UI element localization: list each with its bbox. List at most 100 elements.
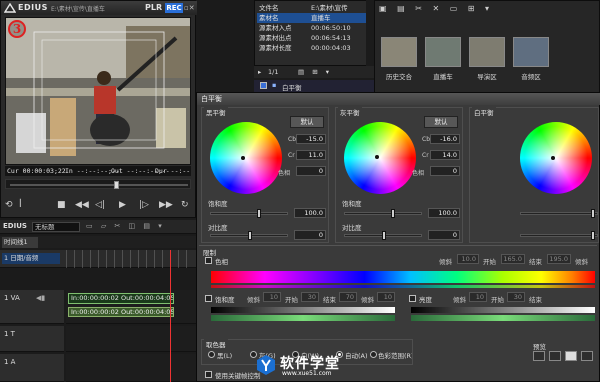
slider-handle[interactable] [248, 231, 252, 240]
saturation-slider[interactable] [520, 209, 598, 218]
rewind-icon[interactable]: ◀◀ [75, 200, 89, 212]
saturation-field[interactable]: 100.0 [294, 208, 326, 218]
luminance-filter-checkbox[interactable] [409, 295, 416, 302]
clip-path-title: E:\素材\宣传\直播车 [51, 6, 105, 13]
watermark-url: www.xue51.com [282, 370, 332, 377]
cr-field[interactable]: 11.0 [296, 150, 326, 160]
sat-end-field[interactable]: 70 [339, 292, 357, 302]
hue-filter-checkbox[interactable] [205, 257, 212, 264]
window-controls[interactable]: ▫✕ [184, 4, 195, 12]
timeline-tool-icons[interactable]: ▭ ▱ ✂ ◫ ▤ ▾ [86, 222, 165, 230]
slider-handle[interactable] [591, 209, 595, 218]
scrub-bar[interactable] [5, 179, 191, 189]
bin-thumbnail[interactable] [381, 37, 417, 67]
play-icon[interactable]: ▶ [119, 200, 126, 212]
info-scrollbar[interactable] [366, 0, 374, 66]
slider-handle[interactable] [382, 231, 386, 240]
preview-split-icon[interactable] [549, 351, 561, 361]
ruler-track-select[interactable]: 1 日期/音频 [2, 253, 60, 264]
play-loop-icon[interactable]: ↻ [181, 200, 189, 212]
contrast-field[interactable]: 0 [294, 230, 326, 240]
sat-slope2-field[interactable]: 10 [377, 292, 395, 302]
hue-filter-label: 色相 [215, 258, 228, 266]
preview-eyedropper-icon[interactable] [533, 351, 545, 361]
hue-start-field[interactable]: 165.0 [501, 254, 525, 264]
fast-forward-icon[interactable]: ▶▶ [159, 200, 173, 212]
reset-button[interactable]: 默认 [290, 116, 324, 128]
track-header-t[interactable]: 1 T [0, 326, 64, 352]
lum-slope-field[interactable]: 10 [469, 292, 487, 302]
luminance-range-bar[interactable] [411, 307, 595, 313]
effect-tool-icons[interactable]: ▤ ⊞ ▾ [298, 68, 332, 76]
lum-start-field[interactable]: 30 [507, 292, 525, 302]
stop-icon[interactable]: ■ [57, 200, 66, 212]
mark-icon[interactable]: ꟾ [19, 200, 22, 212]
transport-controls: ⟲ ꟾ ■ ◀◀ ◁| ▶ |▷ ▶▶ ↻ [3, 197, 195, 215]
loop-icon[interactable]: ⟲ [5, 200, 13, 212]
step-forward-icon[interactable]: |▷ [139, 200, 149, 212]
saturation-slider[interactable] [210, 209, 288, 218]
preview-mask-icon[interactable] [581, 351, 593, 361]
contrast-field[interactable]: 0 [428, 230, 460, 240]
hue-end-field[interactable]: 195.0 [547, 254, 571, 264]
saturation-label: 饱和度 [342, 200, 362, 208]
group-title: 黑平衡 [204, 107, 228, 117]
saturation-filter-checkbox[interactable] [205, 295, 212, 302]
hue-field[interactable]: 0 [296, 166, 326, 176]
timeline-playhead[interactable] [170, 250, 171, 382]
keyframe-checkbox[interactable] [205, 371, 212, 378]
tab-timeline[interactable]: 时间线1 [2, 237, 38, 248]
hue-field[interactable]: 0 [430, 166, 460, 176]
contrast-slider[interactable] [210, 231, 288, 240]
contrast-slider[interactable] [344, 231, 422, 240]
slider-handle[interactable] [391, 209, 395, 218]
bin-thumbnail[interactable] [469, 37, 505, 67]
timeline-audio-clip[interactable]: In:00:00:00:02 Out:00:00:04:05 [68, 307, 174, 317]
scrub-handle[interactable] [114, 181, 120, 189]
wheel-marker[interactable] [551, 156, 555, 160]
sat-slope-label: 倾斜 [247, 296, 260, 304]
speaker-icon[interactable]: ◀▮ [36, 294, 45, 302]
reset-button[interactable]: 默认 [424, 116, 458, 128]
color-wheel[interactable] [344, 122, 416, 194]
track-header-a[interactable]: 1 A [0, 354, 64, 382]
effect-enabled-checkbox[interactable] [260, 82, 267, 89]
cb-field[interactable]: -16.0 [430, 134, 460, 144]
saturation-field[interactable]: 100.0 [428, 208, 460, 218]
wheel-marker[interactable] [375, 155, 379, 159]
cr-label: Cr [288, 152, 295, 159]
hue-slope2-label: 倾斜 [575, 258, 588, 266]
cb-field[interactable]: -15.0 [296, 134, 326, 144]
player-mode-label[interactable]: PLR [145, 3, 162, 12]
bin-toolbar-icons[interactable]: ▣ ▤ ✂ ✕ ▭ ⊞ ▾ [379, 4, 597, 16]
wheel-marker[interactable] [241, 156, 245, 160]
sequence-name-field[interactable]: 无标题 [32, 222, 80, 232]
preview-label: 预览 [533, 343, 546, 351]
color-wheel[interactable] [520, 122, 592, 194]
color-wheel[interactable] [210, 122, 282, 194]
effect-list-item[interactable]: ▪ 白平衡 [254, 80, 374, 92]
saturation-range-bar[interactable] [211, 307, 395, 313]
cr-field[interactable]: 14.0 [430, 150, 460, 160]
step-back-icon[interactable]: ◁| [95, 200, 105, 212]
hue-range-spectrum[interactable] [211, 271, 595, 283]
slider-handle[interactable] [257, 209, 261, 218]
hue-range-bar [211, 285, 595, 288]
bin-thumbnail[interactable] [425, 37, 461, 67]
preview-full-icon[interactable] [565, 351, 577, 361]
sat-slope-field[interactable]: 10 [263, 292, 281, 302]
slider-handle[interactable] [591, 231, 595, 240]
track-name: 1 VA [4, 294, 20, 302]
bin-thumbnail[interactable] [513, 37, 549, 67]
bin-thumbnail-label: 直播车 [433, 73, 453, 81]
timeline-video-clip[interactable]: In:00:00:00:02 Out:00:00:04:05 [68, 293, 174, 304]
hue-slope-field[interactable]: 10.0 [457, 254, 479, 264]
saturation-slider[interactable] [344, 209, 422, 218]
contrast-slider[interactable] [520, 231, 598, 240]
sat-start-field[interactable]: 30 [301, 292, 319, 302]
sat-end-label: 结束 [323, 296, 336, 304]
picker-option-black[interactable] [208, 351, 215, 358]
folder-icon[interactable]: ▸ [258, 68, 261, 76]
rec-mode-button[interactable]: REC [165, 3, 183, 13]
track-header-va[interactable]: 1 VA ◀▮ [0, 290, 64, 324]
